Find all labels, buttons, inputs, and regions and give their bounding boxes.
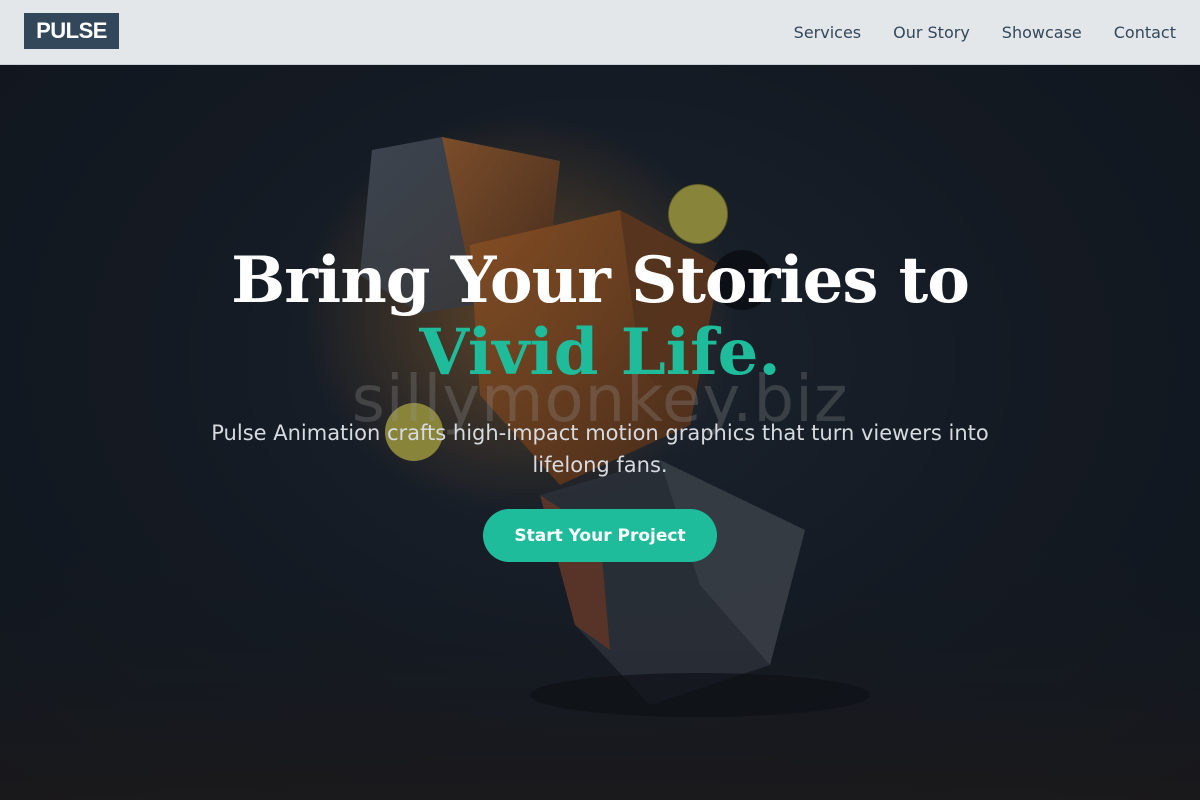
nav-link-services[interactable]: Services <box>794 23 861 42</box>
site-header: PULSE Services Our Story Showcase Contac… <box>0 0 1200 65</box>
hero-subtext: Pulse Animation crafts high-impact motio… <box>211 421 989 477</box>
main-nav: Services Our Story Showcase Contact <box>794 0 1176 64</box>
hero-section: sillymonkey.biz Bring Your Stories to Vi… <box>0 65 1200 800</box>
start-project-button[interactable]: Start Your Project <box>483 509 717 562</box>
logo[interactable]: PULSE <box>24 13 119 49</box>
nav-link-contact[interactable]: Contact <box>1114 23 1176 42</box>
nav-link-our-story[interactable]: Our Story <box>893 23 970 42</box>
nav-link-showcase[interactable]: Showcase <box>1002 23 1082 42</box>
hero-headline-accent: Vivid Life. <box>419 315 781 390</box>
hero-headline: Bring Your Stories to Vivid Life. <box>0 245 1200 389</box>
hero-headline-line1: Bring Your Stories to <box>231 243 970 318</box>
